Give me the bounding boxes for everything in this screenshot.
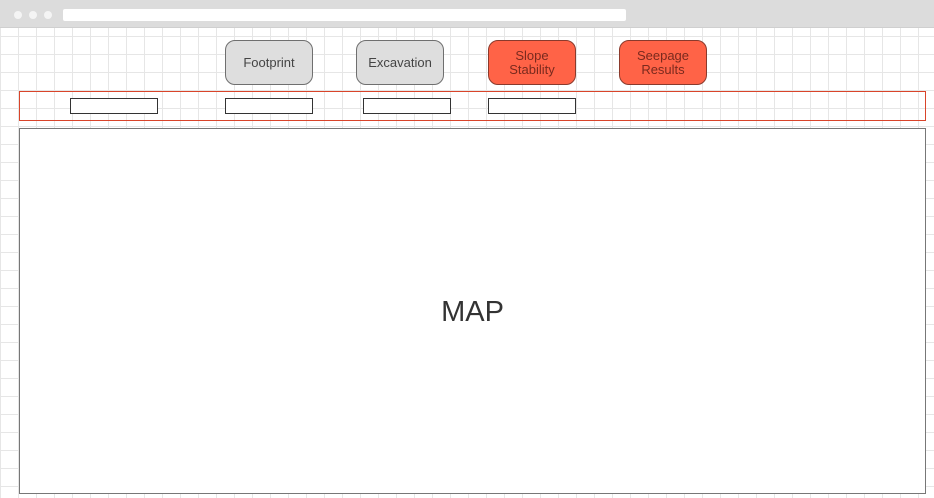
window-minimize-icon[interactable] xyxy=(29,11,37,19)
input-field-3[interactable] xyxy=(363,98,451,114)
window-close-icon[interactable] xyxy=(14,11,22,19)
input-field-4[interactable] xyxy=(488,98,576,114)
map-panel[interactable]: MAP xyxy=(19,128,926,494)
map-label: MAP xyxy=(441,295,504,328)
slope-stability-button[interactable]: Slope Stability xyxy=(488,40,576,85)
browser-chrome xyxy=(0,0,934,28)
seepage-results-button[interactable]: Seepage Results xyxy=(619,40,707,85)
footprint-button[interactable]: Footprint xyxy=(225,40,313,85)
address-bar[interactable] xyxy=(63,9,626,21)
input-field-2[interactable] xyxy=(225,98,313,114)
input-field-1[interactable] xyxy=(70,98,158,114)
window-maximize-icon[interactable] xyxy=(44,11,52,19)
excavation-button[interactable]: Excavation xyxy=(356,40,444,85)
